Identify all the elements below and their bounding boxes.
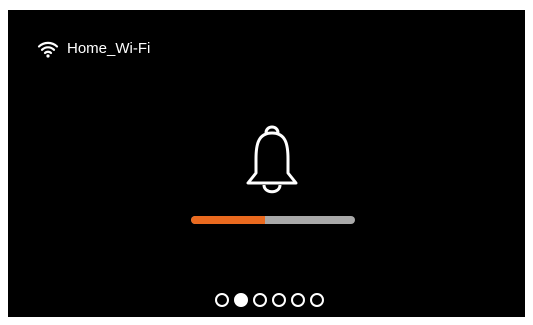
wifi-icon [37, 40, 59, 58]
page-dot[interactable] [215, 293, 229, 307]
page-dot[interactable] [291, 293, 305, 307]
device-screen: Home_Wi-Fi [8, 10, 525, 317]
bell-icon [240, 119, 304, 199]
network-name: Home_Wi-Fi [67, 40, 151, 57]
page-dot[interactable] [272, 293, 286, 307]
page-dot[interactable] [234, 293, 248, 307]
network-status: Home_Wi-Fi [37, 39, 150, 59]
page-dot[interactable] [253, 293, 267, 307]
page-dot[interactable] [310, 293, 324, 307]
progress-fill [191, 216, 265, 224]
progress-bar [191, 216, 355, 224]
page-indicator [215, 293, 324, 307]
